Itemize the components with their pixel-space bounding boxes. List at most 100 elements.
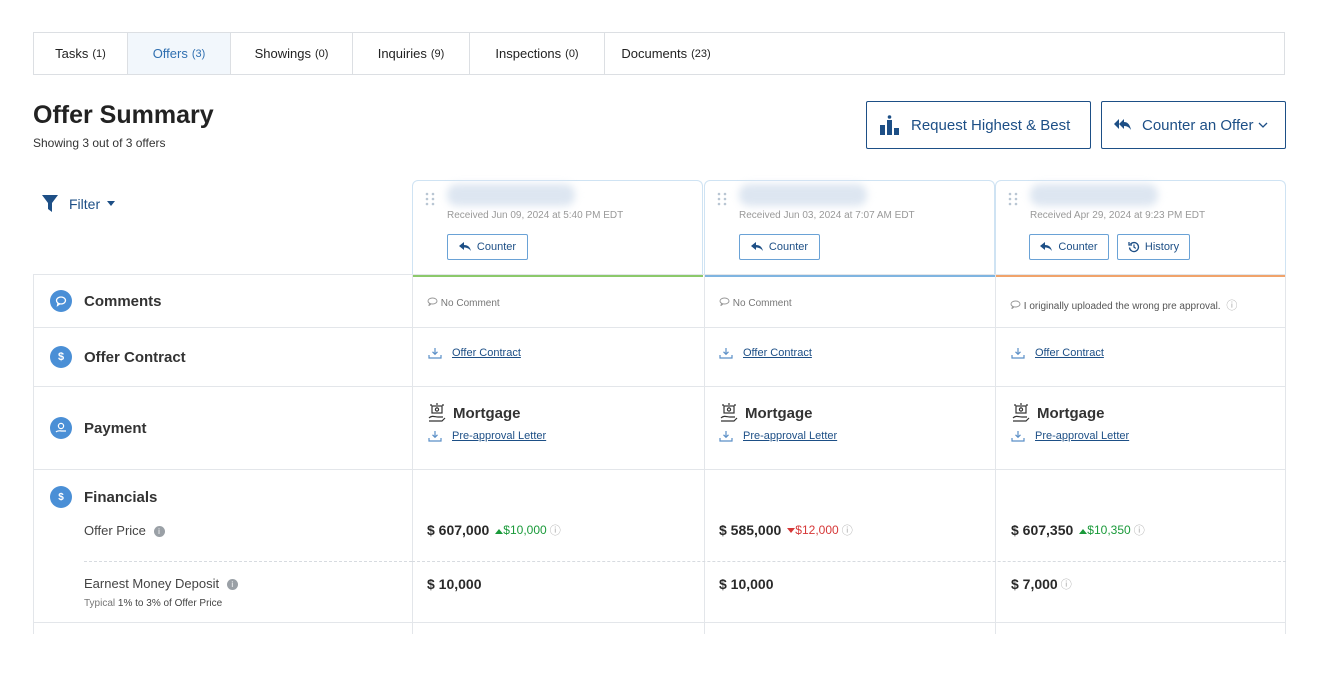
money-hand-icon [1012,403,1030,422]
buyer-name-redacted [739,184,867,206]
tab-label: Showings [254,46,311,61]
preapproval-letter-link[interactable]: Pre-approval Letter [452,430,546,442]
preapproval-cell: Pre-approval Letter [428,430,546,442]
download-icon [428,431,442,442]
reply-icon [750,242,763,251]
tab-label: Inspections [495,46,562,61]
tab-count: (1) [92,47,106,60]
preapproval-letter-link[interactable]: Pre-approval Letter [1035,430,1129,442]
download-icon [428,348,442,359]
payment-type: Mortgage [719,403,813,423]
offer-price-value: $ 585,000 [719,522,782,538]
offer-contract-label: Offer Contract [84,348,186,366]
price-delta-text: $10,000 [503,523,547,537]
offer-contract-link[interactable]: Offer Contract [1035,347,1104,359]
price-delta-text: $10,350 [1087,523,1131,537]
divider [33,622,1286,623]
tab-showings[interactable]: Showings (0) [231,33,353,74]
divider [33,386,1286,387]
preapproval-cell: Pre-approval Letter [719,430,837,442]
payment-label: Payment [84,419,147,437]
offer-price-label: Offer Price i [84,523,165,538]
offer-contract-link[interactable]: Offer Contract [452,347,521,359]
offer-price-value: $ 607,350 [1011,522,1074,538]
counter-label: Counter [1058,241,1098,253]
info-icon[interactable]: ⓘ [842,522,853,538]
offer-price-cell: $ 607,000 $10,000 ⓘ [427,522,561,538]
info-icon[interactable]: ⓘ [1061,576,1072,592]
price-delta-up: $10,350 [1079,523,1131,537]
earnest-money-hint: Typical 1% to 3% of Offer Price [84,598,222,609]
download-icon [719,348,733,359]
deposit-value: $ 10,000 [427,576,482,592]
reply-icon [458,242,471,251]
comment-outline-icon [1010,300,1021,310]
counter-button[interactable]: Counter [739,234,820,260]
info-icon[interactable]: i [153,526,165,538]
typical-range: 1% to 3% of Offer Price [117,598,223,609]
tab-count: (3) [191,47,206,60]
payment-type-text: Mortgage [1037,404,1105,422]
info-icon[interactable]: i [226,579,238,591]
comments-label: Comments [84,292,162,310]
financials-row-label: $ Financials [50,486,157,508]
counter-offer-dropdown-button[interactable]: Counter an Offer [1101,101,1286,149]
counter-label: Counter [476,241,517,253]
divider [84,561,412,562]
divider [704,274,705,634]
tab-inquiries[interactable]: Inquiries (9) [353,33,470,74]
contract-cell: Offer Contract [1011,347,1104,359]
bar-chart-icon [880,115,899,135]
request-highest-best-button[interactable]: Request Highest & Best [866,101,1091,149]
offer-count-text: Showing 3 out of 3 offers [33,136,166,150]
offer-contract-link[interactable]: Offer Contract [743,347,812,359]
divider [412,274,413,634]
history-button[interactable]: History [1117,234,1190,260]
history-label: History [1144,241,1180,253]
offer-price-text: Offer Price [84,523,146,538]
preapproval-letter-link[interactable]: Pre-approval Letter [743,430,837,442]
comment-cell: No Comment [427,297,500,309]
counter-button[interactable]: Counter [447,234,528,260]
offer-price-cell: $ 585,000 $12,000 ⓘ [719,522,853,538]
received-date: Received Jun 09, 2024 at 5:40 PM EDT [447,210,624,221]
info-icon[interactable]: ⓘ [1134,522,1145,538]
drag-handle-icon[interactable] [1008,192,1018,206]
offer-card-header: Received Jun 09, 2024 at 5:40 PM EDT Cou… [412,180,703,277]
payment-type: Mortgage [1011,403,1105,423]
info-icon[interactable]: ⓘ [1226,300,1237,312]
divider [33,327,1286,328]
tab-documents[interactable]: Documents (23) [605,33,727,74]
divider [995,274,996,634]
divider [33,274,1286,275]
comment-icon [50,290,72,312]
tab-bar: Tasks (1) Offers (3) Showings (0) Inquiries… [33,32,1285,75]
request-highest-best-label: Request Highest & Best [911,116,1071,134]
payment-type: Mortgage [427,403,521,423]
tab-label: Documents [621,46,688,61]
counter-button[interactable]: Counter [1029,234,1109,260]
comment-outline-icon [427,297,438,307]
drag-handle-icon[interactable] [425,192,435,206]
drag-handle-icon[interactable] [717,192,727,206]
money-exchange-icon: $ [50,486,72,508]
tab-inspections[interactable]: Inspections (0) [470,33,605,74]
contract-cell: Offer Contract [428,347,521,359]
deposit-cell: $ 7,000 ⓘ [1011,576,1072,592]
earnest-money-text: Earnest Money Deposit [84,576,220,591]
filter-dropdown[interactable]: Filter [42,195,116,213]
tab-offers[interactable]: Offers (3) [128,33,231,74]
download-icon [1011,348,1025,359]
comment-text: No Comment [440,298,500,309]
filter-label: Filter [69,196,101,212]
info-icon[interactable]: ⓘ [550,522,561,538]
download-icon [1011,431,1025,442]
divider [33,469,1286,470]
price-delta-text: $12,000 [795,523,839,537]
tab-tasks[interactable]: Tasks (1) [34,33,128,74]
divider [33,274,34,634]
tab-count: (9) [430,47,445,60]
offer-contract-row-label: $ Offer Contract [50,346,186,368]
price-delta-up: $10,000 [495,523,547,537]
history-icon [1128,241,1139,253]
